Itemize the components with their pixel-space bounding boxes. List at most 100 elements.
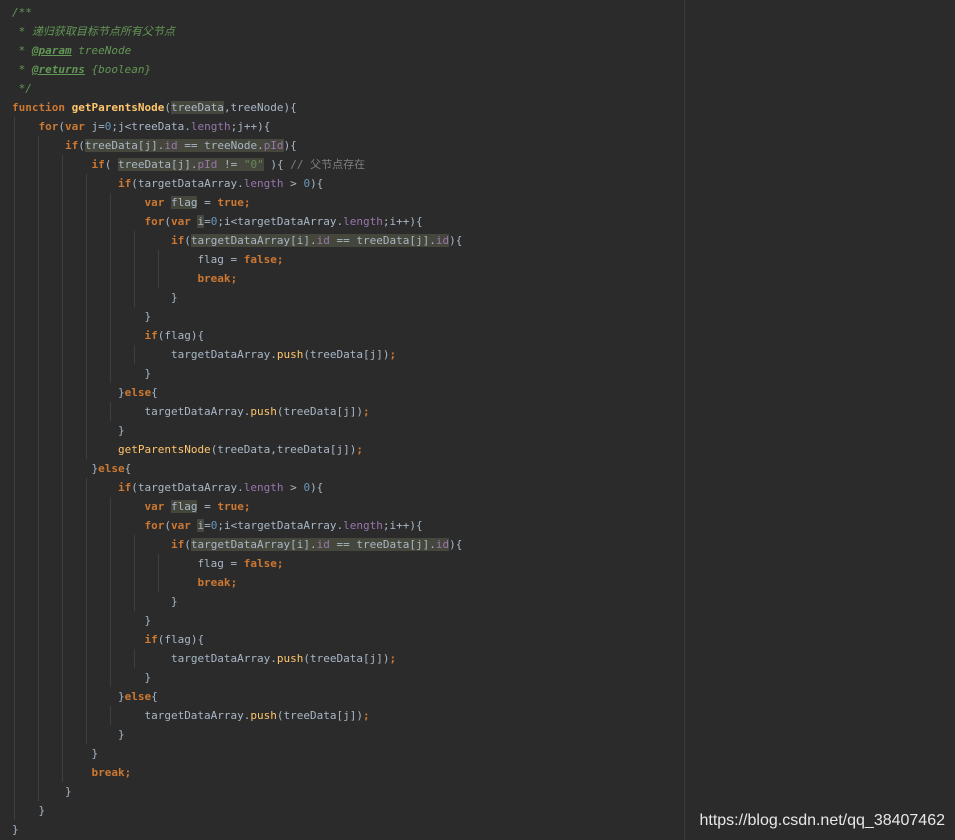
indent-guide [62, 364, 63, 383]
code-token: } [117, 690, 125, 703]
indent-guide [62, 687, 63, 706]
code-line[interactable]: function getParentsNode(treeData,treeNod… [12, 98, 462, 117]
indent-guide [86, 649, 87, 668]
indent-guide [86, 231, 87, 250]
code-line[interactable]: if(targetDataArray.length > 0){ [12, 478, 462, 497]
code-line[interactable]: } [12, 307, 462, 326]
code-line[interactable]: targetDataArray.push(treeData[j]); [12, 345, 462, 364]
code-editor[interactable]: /** * 递归获取目标节点所有父节点 * @param treeNode * … [0, 0, 955, 840]
code-line[interactable]: getParentsNode(treeData,treeData[j]); [12, 440, 462, 459]
indent-guide [110, 364, 111, 383]
code-line[interactable]: } [12, 820, 462, 839]
code-line[interactable]: } [12, 725, 462, 744]
indent-guide [110, 573, 111, 592]
code-token: } [117, 424, 125, 437]
indent-guide [14, 459, 15, 478]
code-token: treeData [170, 101, 224, 114]
code-line[interactable]: } [12, 288, 462, 307]
code-line[interactable]: }else{ [12, 383, 462, 402]
indent-guide [14, 231, 15, 250]
code-token: (treeData[j]) [276, 405, 364, 418]
code-line[interactable]: for(var i=0;i<targetDataArray.length;i++… [12, 212, 462, 231]
code-line[interactable]: targetDataArray.push(treeData[j]); [12, 706, 462, 725]
code-line[interactable]: break; [12, 573, 462, 592]
code-token: ; [124, 766, 132, 779]
indent-guide [110, 592, 111, 611]
code-line[interactable]: */ [12, 79, 462, 98]
code-line[interactable]: } [12, 592, 462, 611]
code-token: var [144, 196, 171, 209]
code-token: var [144, 500, 171, 513]
code-line[interactable]: break; [12, 763, 462, 782]
code-line[interactable]: if(flag){ [12, 326, 462, 345]
code-token: ,treeNode){ [223, 101, 297, 114]
code-token: targetDataArray. [144, 709, 251, 722]
code-line[interactable]: }else{ [12, 459, 462, 478]
code-token: ){ [310, 481, 324, 494]
code-token: } [64, 785, 72, 798]
code-token: ){ [283, 139, 297, 152]
indent-guide [110, 706, 111, 725]
indent-guide [38, 535, 39, 554]
code-area[interactable]: /** * 递归获取目标节点所有父节点 * @param treeNode * … [12, 3, 462, 839]
code-token: function [12, 101, 72, 114]
indent-guide [14, 478, 15, 497]
code-line[interactable]: if(targetDataArray[i].id == treeData[j].… [12, 535, 462, 554]
code-line[interactable]: flag = false; [12, 250, 462, 269]
indent-guide [62, 554, 63, 573]
code-line[interactable]: break; [12, 269, 462, 288]
indent-guide [86, 269, 87, 288]
indent-guide [14, 611, 15, 630]
indent-guide [38, 573, 39, 592]
indent-guide [62, 231, 63, 250]
indent-guide [110, 497, 111, 516]
code-line[interactable]: flag = false; [12, 554, 462, 573]
code-line[interactable]: } [12, 744, 462, 763]
code-line[interactable]: } [12, 668, 462, 687]
code-line[interactable]: if( treeData[j].pId != "0" ){ // 父节点存在 [12, 155, 462, 174]
code-line[interactable]: if(targetDataArray.length > 0){ [12, 174, 462, 193]
code-line[interactable]: var flag = true; [12, 193, 462, 212]
code-line[interactable]: * @returns {boolean} [12, 60, 462, 79]
indent-guide [14, 288, 15, 307]
code-line[interactable]: for(var j=0;j<treeData.length;j++){ [12, 117, 462, 136]
code-token: if [117, 481, 132, 494]
indent-guide [110, 611, 111, 630]
indent-guide [62, 478, 63, 497]
code-token: true [217, 196, 244, 209]
code-line[interactable]: /** [12, 3, 462, 22]
code-token: treeData[j]. [84, 139, 165, 152]
code-token: treeData[j]. [117, 158, 198, 171]
code-line[interactable]: * @param treeNode [12, 41, 462, 60]
code-line[interactable]: for(var i=0;i<targetDataArray.length;i++… [12, 516, 462, 535]
indent-guide [14, 269, 15, 288]
code-line[interactable]: } [12, 364, 462, 383]
indent-guide [134, 269, 135, 288]
code-line[interactable]: } [12, 611, 462, 630]
code-line[interactable]: } [12, 421, 462, 440]
code-token: flag [170, 196, 198, 209]
code-line[interactable]: targetDataArray.push(treeData[j]); [12, 649, 462, 668]
right-margin-guide [684, 0, 685, 840]
indent-guide [62, 668, 63, 687]
code-line[interactable]: targetDataArray.push(treeData[j]); [12, 402, 462, 421]
indent-guide [110, 231, 111, 250]
code-line[interactable]: * 递归获取目标节点所有父节点 [12, 22, 462, 41]
code-line[interactable]: if(targetDataArray[i].id == treeData[j].… [12, 231, 462, 250]
code-token: * [12, 44, 32, 57]
code-line[interactable]: if(flag){ [12, 630, 462, 649]
indent-guide [62, 155, 63, 174]
code-line[interactable]: }else{ [12, 687, 462, 706]
code-token: * [12, 63, 32, 76]
code-line[interactable]: } [12, 782, 462, 801]
indent-guide [62, 326, 63, 345]
code-line[interactable]: } [12, 801, 462, 820]
code-line[interactable]: if(treeData[j].id == treeNode.pId){ [12, 136, 462, 155]
code-token: false [243, 557, 277, 570]
code-line[interactable]: var flag = true; [12, 497, 462, 516]
